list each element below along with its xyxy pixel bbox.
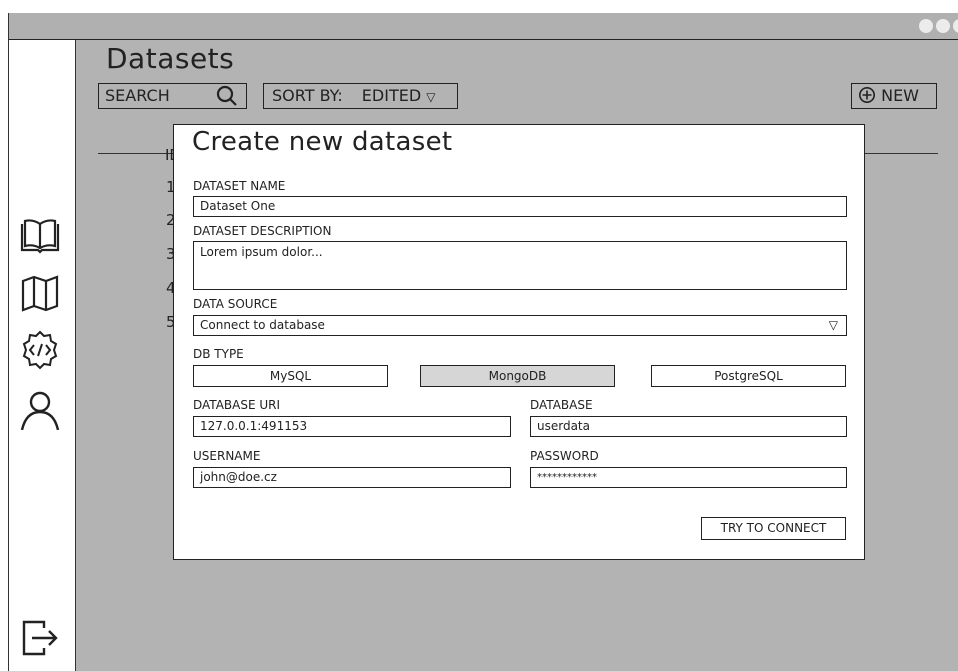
database-uri-label: DATABASE URI bbox=[193, 398, 281, 412]
user-icon[interactable] bbox=[18, 390, 62, 431]
title-bar bbox=[9, 13, 958, 40]
search-icon[interactable] bbox=[216, 85, 238, 107]
chevron-down-icon: ▽ bbox=[426, 90, 436, 104]
database-label: DATABASE bbox=[530, 398, 593, 412]
code-gear-icon[interactable] bbox=[18, 330, 62, 370]
description-label: DATASET DESCRIPTION bbox=[193, 224, 332, 238]
username-field[interactable]: john@doe.cz bbox=[193, 467, 511, 488]
try-to-connect-button[interactable]: TRY TO CONNECT bbox=[701, 517, 846, 540]
window-control-dot[interactable] bbox=[919, 19, 933, 33]
password-field[interactable]: ************ bbox=[530, 467, 847, 488]
search-label: SEARCH bbox=[105, 86, 170, 105]
db-type-label: DB TYPE bbox=[193, 347, 244, 361]
chevron-down-icon: ▽ bbox=[828, 318, 838, 332]
search-input[interactable]: SEARCH bbox=[98, 83, 247, 109]
dataset-name-field[interactable]: Dataset One bbox=[193, 196, 847, 217]
db-type-option-mysql[interactable]: MySQL bbox=[193, 365, 388, 387]
db-type-option-postgresql[interactable]: PostgreSQL bbox=[651, 365, 846, 387]
new-dataset-button[interactable]: NEW bbox=[851, 83, 937, 109]
sort-label: SORT BY: bbox=[272, 86, 343, 105]
sidebar bbox=[9, 40, 76, 671]
description-field[interactable]: Lorem ipsum dolor... bbox=[193, 241, 847, 290]
dialog-title: Create new dataset bbox=[192, 127, 453, 157]
new-label: NEW bbox=[881, 86, 919, 105]
username-label: USERNAME bbox=[193, 449, 261, 463]
sort-dropdown[interactable]: SORT BY: EDITED ▽ bbox=[263, 83, 458, 109]
sort-value: EDITED bbox=[361, 86, 422, 105]
logout-icon[interactable] bbox=[18, 618, 62, 658]
db-type-option-mongodb[interactable]: MongoDB bbox=[420, 365, 615, 387]
data-source-value: Connect to database bbox=[200, 318, 325, 332]
database-uri-field[interactable]: 127.0.0.1:491153 bbox=[193, 416, 511, 437]
data-source-label: DATA SOURCE bbox=[193, 297, 278, 311]
data-source-select[interactable]: Connect to database ▽ bbox=[193, 315, 847, 336]
map-icon[interactable] bbox=[18, 273, 62, 313]
plus-circle-icon bbox=[858, 86, 881, 105]
book-icon[interactable] bbox=[18, 216, 62, 256]
dataset-name-label: DATASET NAME bbox=[193, 179, 286, 193]
window-control-dot[interactable] bbox=[936, 19, 950, 33]
create-dataset-dialog: Create new dataset DATASET NAME Dataset … bbox=[173, 124, 865, 560]
page-title: Datasets bbox=[106, 42, 235, 75]
database-field[interactable]: userdata bbox=[530, 416, 847, 437]
window-control-dot[interactable] bbox=[953, 19, 958, 33]
password-label: PASSWORD bbox=[530, 449, 599, 463]
